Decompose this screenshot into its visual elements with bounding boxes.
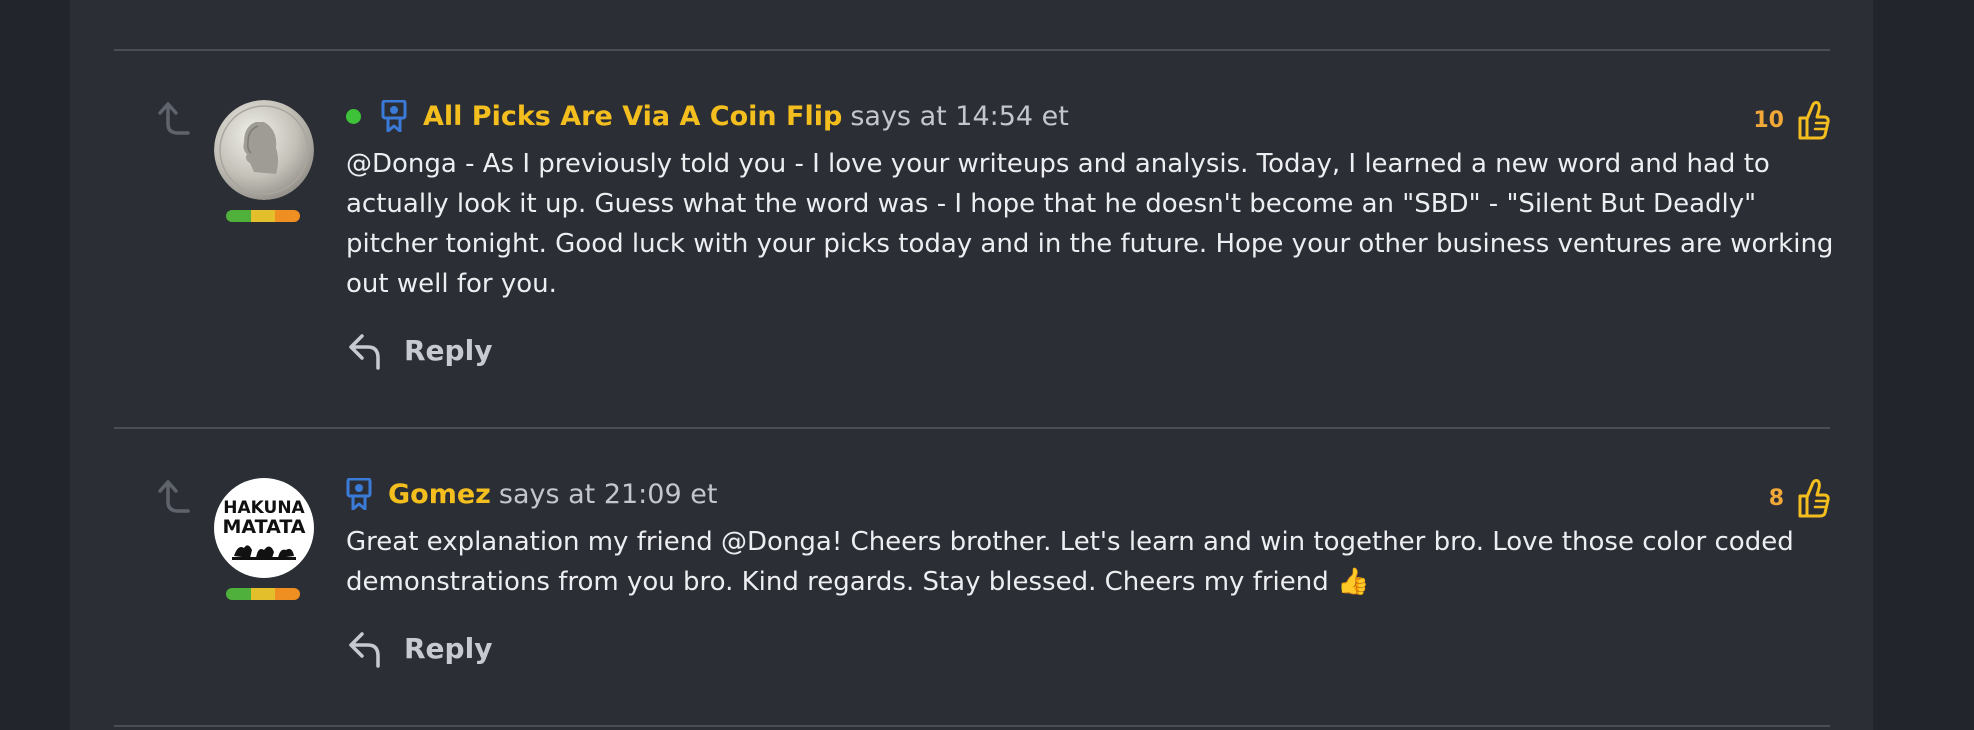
- vote-widget: 8: [1769, 476, 1830, 520]
- avatar[interactable]: [214, 100, 314, 200]
- comment-author-link[interactable]: Gomez: [388, 479, 491, 510]
- comment-header: All Picks Are Via A Coin Flip says at 14…: [346, 100, 1069, 132]
- reply-button[interactable]: Reply: [346, 628, 492, 668]
- reply-arrow-icon: [346, 628, 384, 668]
- vote-widget: 10: [1753, 98, 1830, 142]
- avatar[interactable]: HAKUNA MATATA: [214, 478, 314, 578]
- user-level-bar: [226, 210, 300, 222]
- comment-divider: [114, 725, 1830, 727]
- comment-author-link[interactable]: All Picks Are Via A Coin Flip: [423, 101, 842, 132]
- online-status-dot: [346, 108, 361, 124]
- avatar-text: MATATA: [222, 516, 305, 538]
- user-level-bar: [226, 588, 300, 600]
- comment-timestamp: says at 21:09 et: [498, 478, 718, 510]
- comment-body: @Donga - As I previously told you - I lo…: [346, 149, 1834, 299]
- reply-label: Reply: [404, 333, 493, 367]
- reply-button[interactable]: Reply: [346, 330, 492, 370]
- ribbon-badge-icon: [346, 478, 372, 510]
- vote-count: 8: [1768, 485, 1784, 511]
- comment-body: Great explanation my friend @Donga! Chee…: [346, 527, 1794, 597]
- comment-divider: [114, 427, 1830, 429]
- thumbs-up-icon[interactable]: [1794, 476, 1830, 520]
- vote-count: 10: [1753, 107, 1784, 133]
- ribbon-badge-icon: [381, 100, 407, 132]
- avatar-text: HAKUNA: [223, 498, 305, 518]
- comment-divider: [114, 49, 1830, 51]
- reply-label: Reply: [404, 631, 493, 665]
- collapse-thread-icon[interactable]: [154, 100, 192, 142]
- thumbs-up-icon[interactable]: [1794, 98, 1830, 142]
- reply-arrow-icon: [346, 330, 384, 370]
- collapse-thread-icon[interactable]: [154, 478, 192, 520]
- comment-header: Gomez says at 21:09 et: [346, 478, 717, 510]
- comment-timestamp: says at 14:54 et: [850, 100, 1069, 132]
